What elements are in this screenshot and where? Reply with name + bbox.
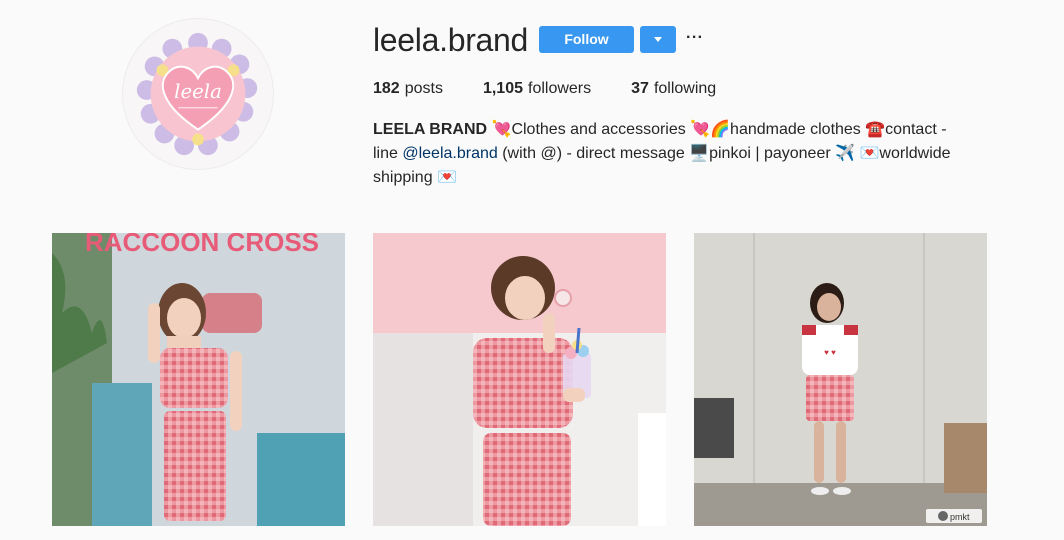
svg-text:♥ ♥: ♥ ♥ [824,348,836,357]
post-3-watermark: pmkt [950,512,970,522]
post-image-3: ♥ ♥ pmkt [694,233,987,526]
bio-text-1: 💘Clothes and accessories 💘🌈handmade clot… [487,121,947,138]
bio-text-3: shipping 💌 [373,169,457,186]
profile-bio: LEELA BRAND 💘Clothes and accessories 💘🌈h… [373,118,993,190]
post-image-2 [373,233,666,526]
bio-full-name: LEELA BRAND [373,121,488,138]
bio-text-2b: (with @) - direct message 🖥️pinkoi | pay… [497,145,951,162]
chevron-down-icon [654,37,662,42]
following-label: following [653,80,717,97]
following-count: 37 [631,80,649,97]
profile-stats: 182 posts 1,105 followers 37 following [373,78,756,100]
profile-avatar[interactable]: leela [122,18,274,170]
followers-label: followers [528,80,592,97]
post-thumbnail-1[interactable]: RACCOON CROSS [52,233,345,526]
followers-count: 1,105 [482,80,523,97]
suggestions-dropdown-button[interactable] [640,26,676,53]
bio-text-2a: line [373,145,403,162]
more-options-icon[interactable]: ··· [686,27,704,51]
username: leela.brand [373,22,529,58]
avatar-logo-text: leela [174,80,222,103]
posts-stat: 182 posts [373,78,443,100]
post-thumbnail-3[interactable]: ♥ ♥ pmkt [694,233,987,526]
follow-button[interactable]: Follow [539,26,634,53]
bio-mention-link[interactable]: @leela.brand [402,145,497,162]
following-link[interactable]: 37 following [631,78,716,100]
bio-line-2: line @leela.brand (with @) - direct mess… [373,142,993,166]
bio-line-3: shipping 💌 [373,166,993,190]
post-image-1: RACCOON CROSS [52,233,345,526]
post-thumbnail-2[interactable] [373,233,666,526]
avatar-image: leela [123,19,273,169]
followers-link[interactable]: 1,105 followers [483,78,591,100]
bio-line-1: LEELA BRAND 💘Clothes and accessories 💘🌈h… [373,118,993,142]
posts-label: posts [404,80,443,97]
posts-count: 182 [373,80,400,97]
post-1-sign-text: RACCOON CROSS [85,233,319,257]
